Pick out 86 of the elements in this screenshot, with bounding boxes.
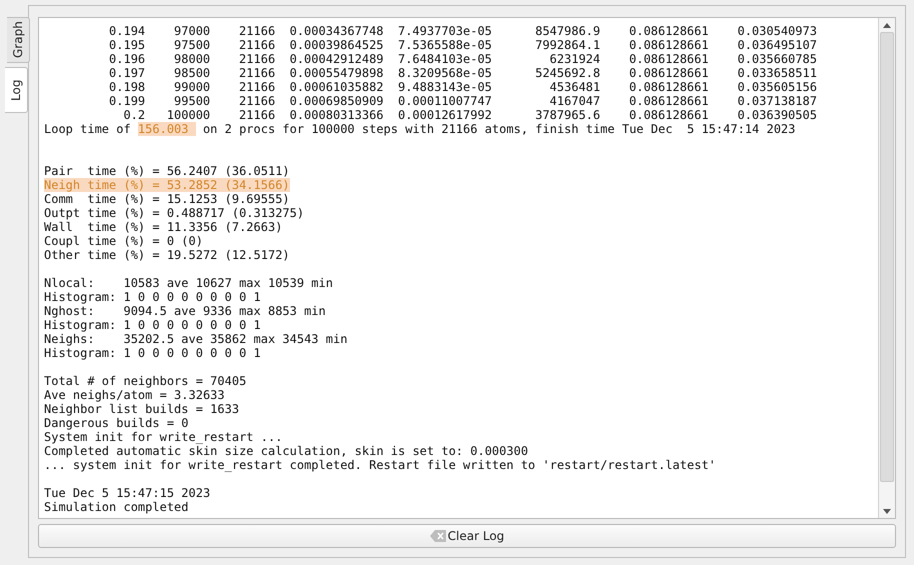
- table-cell-text: 8.3209568e-05: [396, 66, 492, 80]
- log-line: Histogram: 1 0 0 0 0 0 0 0 0 1: [44, 318, 261, 332]
- table-cell-text: 4536481: [548, 80, 600, 94]
- scrollbar-thumb[interactable]: [880, 32, 894, 482]
- table-cell-text: 0.00011007747: [396, 94, 492, 108]
- table-cell-text: 4167047: [548, 94, 600, 108]
- log-line: Tue Dec 5 15:47:15 2023: [44, 486, 210, 500]
- table-cell-text: 0.086128661: [628, 108, 709, 122]
- table-cell-text: 0.197: [108, 66, 146, 80]
- table-cell-text: 0.086128661: [628, 52, 709, 66]
- table-cell-text: 21166: [238, 66, 276, 80]
- table-cell-text: 0.00039864525: [288, 38, 384, 52]
- table-cell-text: 0.194: [108, 24, 146, 38]
- table-cell-text: 21166: [238, 52, 276, 66]
- table-cell-text: 0.00069850909: [288, 94, 384, 108]
- table-cell-text: 97500: [173, 38, 210, 52]
- table-cell-text: 0.086128661: [628, 24, 709, 38]
- log-line: Neighbor list builds = 1633: [44, 402, 240, 416]
- tab[interactable]: Log: [5, 67, 28, 113]
- log-line: Nlocal: 10583 ave 10627 max 10539 min: [44, 276, 333, 290]
- table-cell-text: 100000: [166, 108, 210, 122]
- table-cell-text: 0.086128661: [628, 80, 709, 94]
- table-cell-text: 0.086128661: [628, 66, 709, 80]
- log-line: Pair time (%) = 56.2407 (36.0511): [44, 164, 290, 178]
- table-cell-text: 0.035660785: [736, 52, 817, 66]
- table-cell-text: 0.00061035882: [288, 80, 384, 94]
- table-cell-text: 97000: [173, 24, 210, 38]
- log-line: Coupl time (%) = 0 (0): [44, 234, 203, 248]
- clear-icon: [430, 530, 446, 542]
- scrollbar[interactable]: [878, 18, 895, 518]
- table-cell-text: 0.00042912489: [288, 52, 384, 66]
- table-cell-text: 0.199: [108, 94, 146, 108]
- table-cell-text: 3787965.6: [534, 108, 600, 122]
- log-line: Simulation completed: [44, 500, 188, 514]
- table-cell-text: 9.4883143e-05: [396, 80, 492, 94]
- log-line: Comm time (%) = 15.1253 (9.69555): [44, 192, 290, 206]
- table-cell-text: 5245692.8: [534, 66, 600, 80]
- table-cell-text: 21166: [238, 24, 276, 38]
- table-cell-text: 0.086128661: [628, 94, 709, 108]
- log-line: Nghost: 9094.5 ave 9336 max 8853 min: [44, 304, 326, 318]
- table-cell-text: 0.198: [108, 80, 146, 94]
- clear-log-button[interactable]: Clear Log: [38, 524, 896, 548]
- scroll-up-icon[interactable]: [883, 22, 891, 28]
- table-cell-text: 99000: [173, 80, 210, 94]
- log-line: Neighs: 35202.5 ave 35862 max 34543 min: [44, 332, 348, 346]
- log-line: Loop time of 156.003 on 2 procs for 100000 steps with 21166 atoms, finish time Tue Dec 5 15:47:14 2023: [44, 122, 796, 136]
- table-cell-text: 0.00080313366: [288, 108, 384, 122]
- table-cell-text: 0.036390505: [736, 108, 817, 122]
- table-cell-text: 0.086128661: [628, 38, 709, 52]
- table-cell-text: 7992864.1: [534, 38, 600, 52]
- table-cell-text: 0.036495107: [736, 38, 817, 52]
- log-line: Total # of neighbors = 70405: [44, 374, 246, 388]
- scroll-down-icon[interactable]: [883, 508, 891, 514]
- tab[interactable]: Graph: [7, 17, 30, 63]
- table-cell-text: 21166: [238, 94, 276, 108]
- log-line: Ave neighs/atom = 3.32633: [44, 388, 225, 402]
- table-cell-text: 0.196: [108, 52, 146, 66]
- table-cell-text: 0.035605156: [736, 80, 817, 94]
- table-cell-text: 0.030540973: [736, 24, 817, 38]
- log-line: System init for write_restart ...: [44, 430, 282, 444]
- log-line: Other time (%) = 19.5272 (12.5172): [44, 248, 290, 262]
- table-cell-text: 0.00034367748: [288, 24, 384, 38]
- table-cell-text: 0.00012617992: [396, 108, 492, 122]
- log-line: Histogram: 1 0 0 0 0 0 0 0 0 1: [44, 290, 261, 304]
- log-line: Completed automatic skin size calculation, skin is set to: 0.000300: [44, 444, 528, 458]
- table-cell-text: 7.6484103e-05: [396, 52, 492, 66]
- log-line: Dangerous builds = 0: [44, 416, 188, 430]
- log-line: Outpt time (%) = 0.488717 (0.313275): [44, 206, 304, 220]
- table-cell-text: 0.033658511: [736, 66, 817, 80]
- table-cell-text: 21166: [238, 38, 276, 52]
- table-cell-text: 7.5365588e-05: [396, 38, 492, 52]
- table-cell-text: 0.037138187: [736, 94, 817, 108]
- log-line: Wall time (%) = 11.3356 (7.2663): [44, 220, 282, 234]
- table-cell-text: 21166: [238, 108, 276, 122]
- table-cell-text: 0.00055479898: [288, 66, 384, 80]
- table-cell-text: 7.4937703e-05: [396, 24, 492, 38]
- table-cell-text: 0.195: [108, 38, 146, 52]
- table-cell-text: 8547986.9: [534, 24, 600, 38]
- table-cell-text: 0.2: [122, 108, 146, 122]
- table-cell-text: 99500: [173, 94, 210, 108]
- log-line: ... system init for write_restart completed. Restart file written to 'restart/restart.latest': [44, 458, 716, 472]
- table-cell-text: 6231924: [548, 52, 600, 66]
- table-cell-text: 98500: [173, 66, 210, 80]
- table-cell-text: 98000: [173, 52, 210, 66]
- log-line: Histogram: 1 0 0 0 0 0 0 0 0 1: [44, 346, 261, 360]
- table-cell-text: 21166: [238, 80, 276, 94]
